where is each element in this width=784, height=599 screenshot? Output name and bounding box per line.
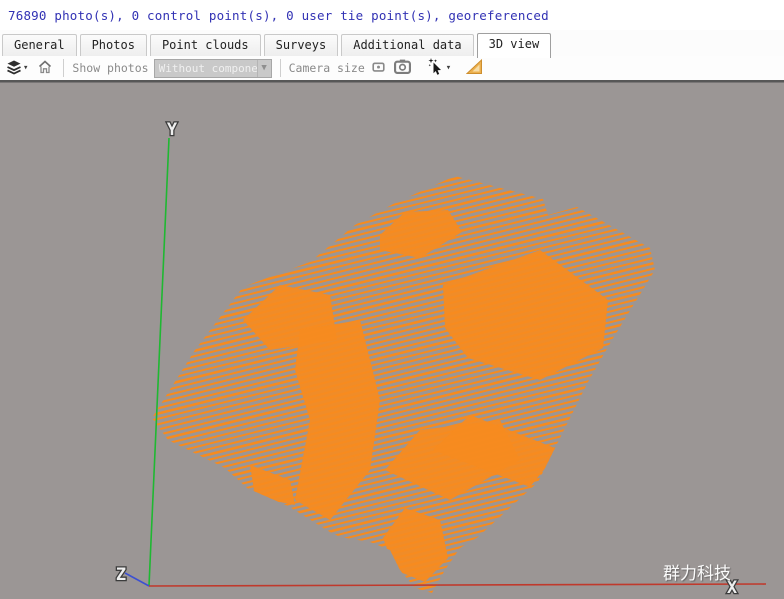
- selection-dropdown-arrow-icon[interactable]: ▾: [446, 64, 451, 73]
- chevron-down-icon: ▼: [257, 60, 271, 77]
- camera-size-small-button[interactable]: [370, 59, 387, 77]
- tab-point-clouds[interactable]: Point clouds: [150, 34, 261, 56]
- toolbar-separator: [63, 59, 64, 77]
- component-dropdown-value: Without component: [159, 62, 257, 75]
- tab-photos[interactable]: Photos: [80, 34, 147, 56]
- component-dropdown[interactable]: Without component ▼: [154, 59, 272, 78]
- camera-small-icon: [372, 60, 385, 76]
- tab-surveys[interactable]: Surveys: [264, 34, 339, 56]
- home-icon: [37, 59, 53, 78]
- y-axis-label: Y: [167, 120, 178, 140]
- status-text: 76890 photo(s), 0 control point(s), 0 us…: [8, 8, 549, 23]
- measure-triangle-icon: [466, 58, 483, 78]
- z-axis-label: Z: [116, 565, 126, 585]
- camera-large-icon: [394, 58, 411, 78]
- home-button[interactable]: [35, 58, 55, 79]
- camera-size-label: Camera size: [289, 61, 365, 75]
- magic-select-cursor-icon: [428, 58, 445, 78]
- tab-additional-data[interactable]: Additional data: [341, 34, 473, 56]
- toolbar-separator: [280, 59, 281, 77]
- show-photos-label: Show photos: [72, 61, 148, 75]
- watermark-text: 群力科技: [663, 564, 731, 584]
- status-bar: 76890 photo(s), 0 control point(s), 0 us…: [0, 0, 784, 30]
- viewport-top-edge: [0, 80, 784, 83]
- layers-icon: [6, 59, 22, 78]
- tab-bar: General Photos Point clouds Surveys Addi…: [0, 30, 784, 56]
- 3d-scene[interactable]: Y Z X 群力科技: [0, 80, 784, 599]
- selection-mode-button[interactable]: ▾: [426, 57, 453, 79]
- toolbar: ▾ Show photos Without component ▼ Camera…: [0, 56, 784, 80]
- tab-3d-view[interactable]: 3D view: [477, 33, 552, 58]
- layers-dropdown-arrow-icon[interactable]: ▾: [23, 64, 28, 73]
- 3d-viewport[interactable]: Y Z X 群力科技: [0, 80, 784, 599]
- tab-general[interactable]: General: [2, 34, 77, 56]
- layers-button[interactable]: ▾: [4, 58, 30, 79]
- measurement-button[interactable]: [464, 57, 485, 79]
- camera-size-large-button[interactable]: [392, 57, 413, 79]
